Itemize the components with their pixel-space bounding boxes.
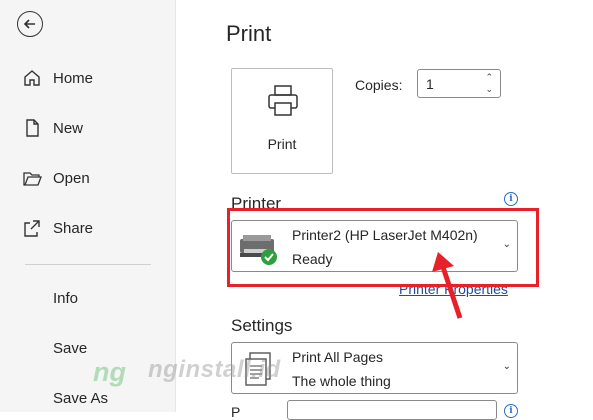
copies-label: Copies: [355, 77, 403, 93]
spinner-arrows-icon[interactable]: ⌃ ⌄ [485, 71, 493, 95]
folder-open-icon [23, 172, 42, 186]
nav-save-as[interactable]: Save As [0, 378, 175, 418]
nav-info[interactable]: Info [0, 278, 175, 318]
settings-section-heading: Settings [231, 316, 293, 335]
print-range-primary: Print All Pages [292, 349, 384, 365]
copies-value: 1 [426, 76, 434, 92]
chevron-down-icon: ⌄ [502, 239, 511, 250]
nav-open-label: Open [53, 169, 90, 187]
nav-save-label: Save [53, 339, 88, 357]
nav-divider [25, 264, 151, 265]
chevron-down-icon: ⌄ [502, 361, 511, 372]
arrow-left-icon [23, 19, 35, 29]
nav-home-label: Home [53, 69, 94, 87]
print-pane: Print Print Copies: 1 ⌃ ⌄ Printer i Print… [176, 0, 593, 420]
nav-info-label: Info [53, 289, 79, 307]
nav-share-label: Share [53, 219, 94, 237]
printer-ready-icon [240, 235, 277, 265]
print-range-secondary: The whole thing [292, 373, 391, 389]
watermark-text: nginstall.id [148, 356, 281, 383]
watermark-logo: ng [93, 357, 126, 387]
printer-section-heading: Printer [231, 194, 282, 213]
info-icon[interactable]: i [504, 404, 518, 418]
new-document-icon [26, 119, 39, 137]
info-icon[interactable]: i [504, 192, 518, 206]
share-icon [24, 220, 40, 237]
nav-save-as-label: Save As [53, 389, 109, 407]
backstage-sidebar: Home New Open Share Info Save Save As [0, 0, 176, 412]
home-icon [24, 70, 40, 86]
printer-icon [268, 85, 298, 116]
copies-stepper[interactable]: 1 ⌃ ⌄ [417, 69, 501, 98]
nav-home[interactable]: Home [0, 58, 175, 98]
nav-open[interactable]: Open [0, 158, 175, 198]
pages-label: P [231, 404, 241, 420]
back-button[interactable] [17, 11, 43, 37]
nav-new[interactable]: New [0, 108, 175, 148]
printer-status: Ready [292, 251, 333, 267]
nav-share[interactable]: Share [0, 208, 175, 248]
printer-name: Printer2 (HP LaserJet M402n) [292, 227, 478, 243]
annotation-arrow-icon [432, 252, 463, 319]
nav-new-label: New [53, 119, 84, 137]
print-button[interactable]: Print [231, 68, 333, 174]
print-button-label: Print [267, 136, 297, 152]
pages-input[interactable] [287, 400, 497, 420]
page-title: Print [226, 21, 272, 46]
printer-dropdown[interactable]: Printer2 (HP LaserJet M402n) Ready ⌄ [231, 220, 518, 272]
